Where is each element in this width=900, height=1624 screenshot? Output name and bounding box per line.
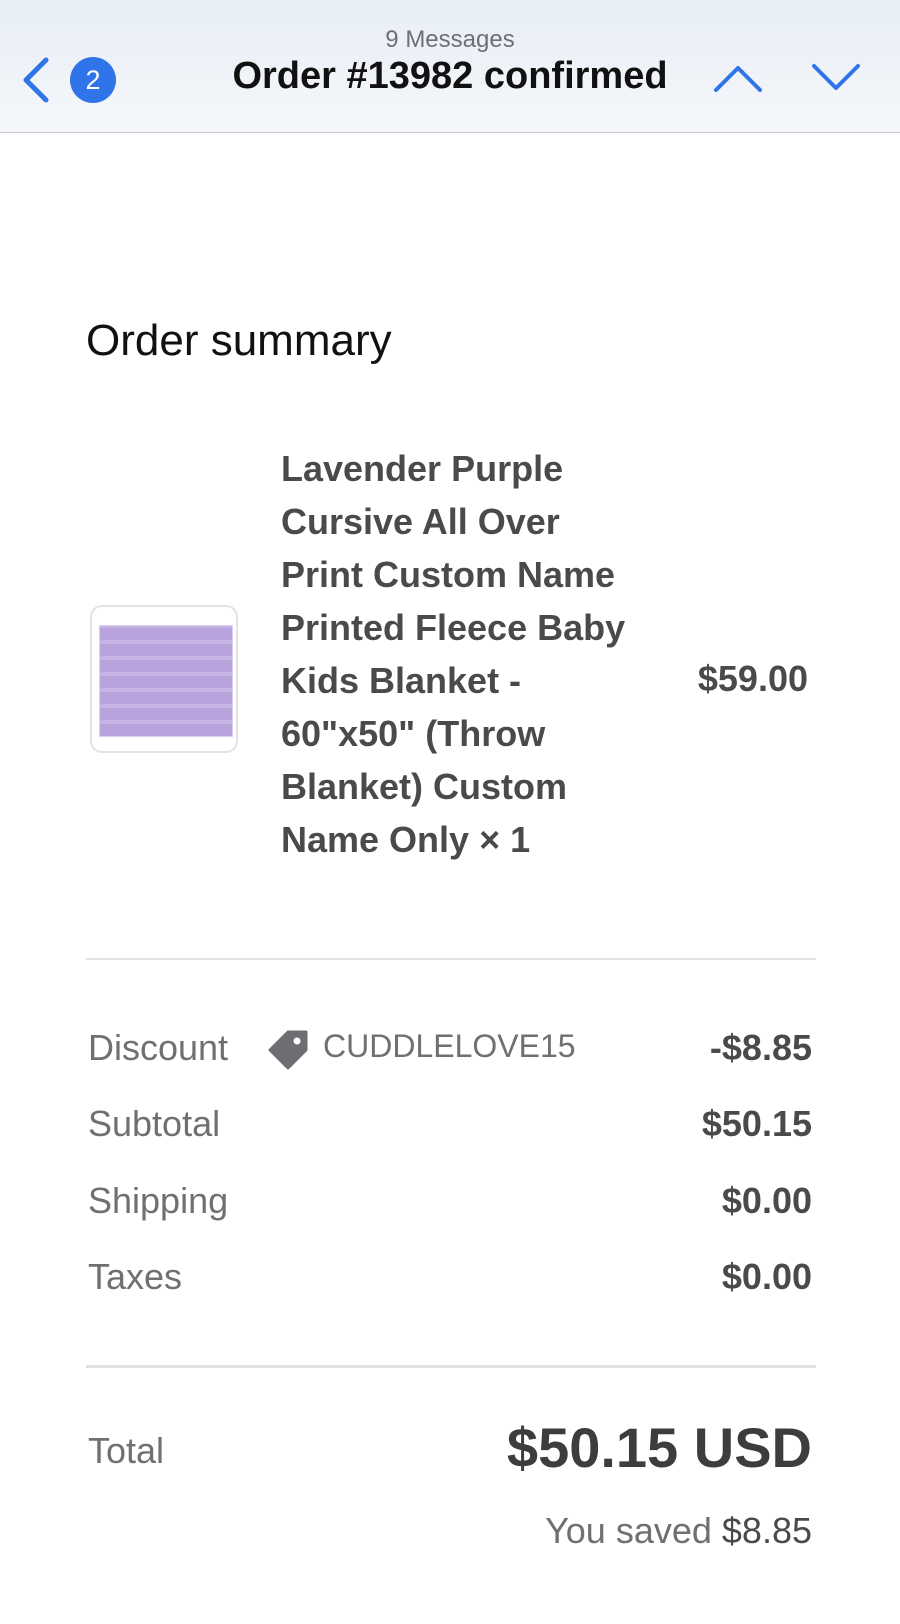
- subtotal-value: $50.15: [701, 1103, 812, 1144]
- subtotal-label: Subtotal: [88, 1103, 221, 1144]
- shipping-label: Shipping: [88, 1180, 229, 1221]
- discount-tag-icon: [268, 1030, 308, 1070]
- unread-badge: 2: [70, 57, 116, 103]
- product-name: Lavender Purple Cursive All Over Print C…: [281, 448, 626, 860]
- blanket-image: [99, 625, 233, 737]
- divider: [86, 958, 816, 960]
- product-thumbnail[interactable]: [90, 605, 238, 753]
- divider: [86, 1365, 816, 1368]
- savings-note: You saved $8.85: [545, 1510, 812, 1552]
- previous-message-icon[interactable]: [712, 60, 764, 96]
- order-summary-title: Order summary: [86, 316, 392, 365]
- thread-title: Order #13982 confirmed: [232, 55, 668, 97]
- savings-prefix: You saved: [545, 1510, 712, 1551]
- discount-value: -$8.85: [709, 1027, 812, 1068]
- mail-header: 2 9 Messages Order #13982 confirmed: [0, 0, 900, 133]
- message-count: 9 Messages: [385, 26, 515, 53]
- total-label: Total: [88, 1430, 165, 1471]
- next-message-icon[interactable]: [810, 60, 862, 96]
- taxes-value: $0.00: [721, 1256, 812, 1297]
- shipping-value: $0.00: [721, 1180, 812, 1221]
- discount-label: Discount: [88, 1027, 229, 1068]
- back-chevron-icon[interactable]: [16, 52, 56, 108]
- product-price: $59.00: [697, 658, 808, 699]
- total-value: $50.15 USD: [506, 1416, 812, 1479]
- taxes-label: Taxes: [88, 1256, 183, 1297]
- savings-amount: $8.85: [721, 1510, 812, 1551]
- discount-code: CUDDLELOVE15: [323, 1028, 576, 1064]
